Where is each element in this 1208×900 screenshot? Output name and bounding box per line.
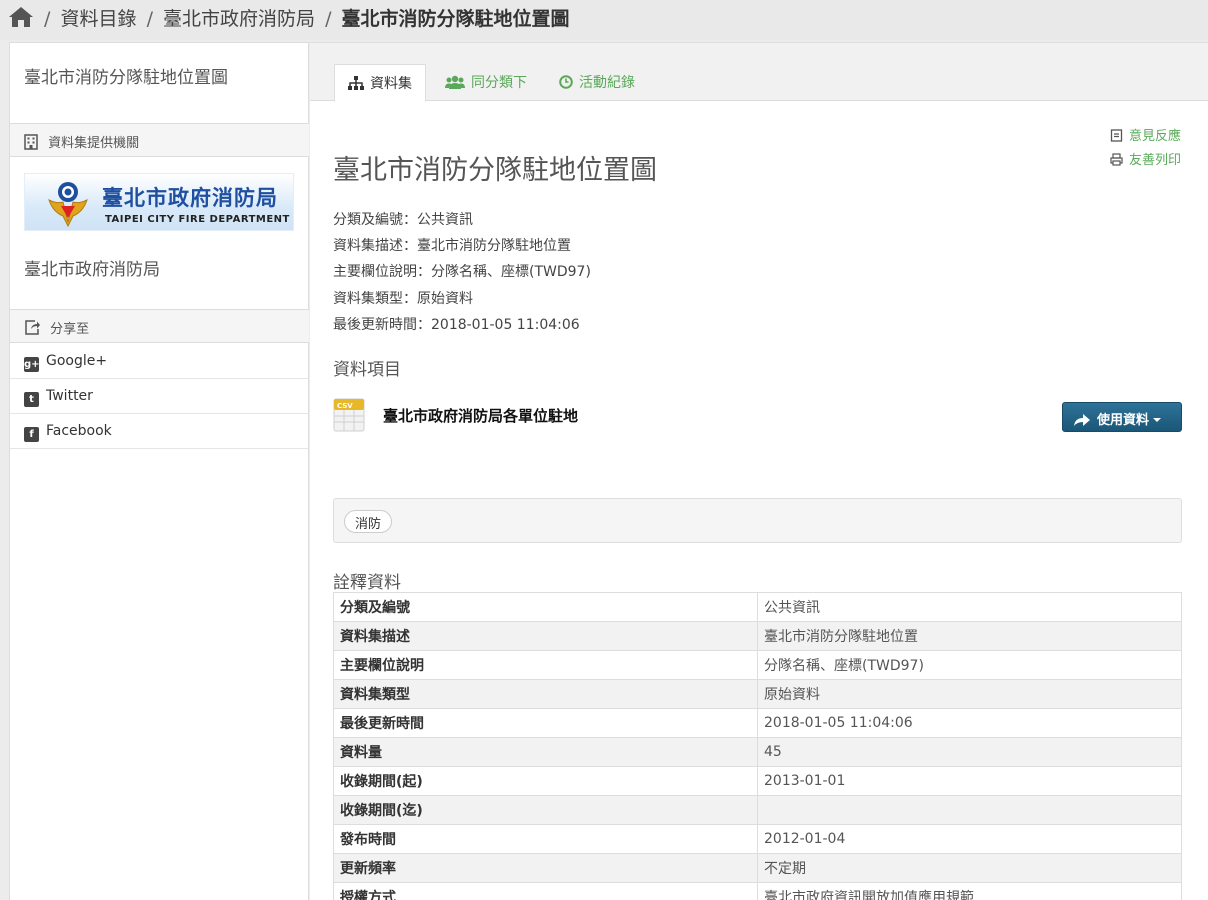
resources-heading: 資料項目 <box>333 360 401 380</box>
table-row: 授權方式 臺北市政府資訊開放加值應用規範 <box>333 882 1182 900</box>
table-row: 資料量 45 <box>333 737 1182 767</box>
meta-dataset-type: 資料集類型：原始資料 <box>333 291 473 307</box>
metadata-key: 最後更新時間 <box>333 708 758 738</box>
share-google-plus[interactable]: g+ Google+ <box>10 344 309 379</box>
logo-text-zh: 臺北市政府消防局 <box>102 185 278 210</box>
google-plus-icon: g+ <box>24 357 40 372</box>
metadata-value: 原始資料 <box>757 679 1182 709</box>
feedback-label: 意見反應 <box>1128 129 1181 144</box>
metadata-key: 收錄期間(起) <box>333 766 758 796</box>
tag[interactable]: 消防 <box>344 510 393 533</box>
share-icon <box>24 320 40 339</box>
metadata-key: 資料量 <box>333 737 758 767</box>
share-heading-label: 分享至 <box>50 322 90 337</box>
twitter-icon: t <box>24 392 39 407</box>
metadata-value: 45 <box>757 737 1182 767</box>
provider-heading: 資料集提供機關 <box>10 123 309 157</box>
use-data-label: 使用資料 <box>1097 413 1150 428</box>
metadata-heading: 詮釋資料 <box>333 573 401 593</box>
logo-text-en: TAIPEI CITY FIRE DEPARTMENT <box>105 214 290 225</box>
use-data-button[interactable]: 使用資料 <box>1062 402 1182 432</box>
metadata-value: 2013-01-01 <box>757 766 1182 796</box>
metadata-value: 臺北市消防分隊駐地位置 <box>757 621 1182 651</box>
breadcrumb: / 資料目錄 / 臺北市政府消防局 / 臺北市消防分隊駐地位置圖 <box>0 0 1208 40</box>
metadata-value: 2018-01-05 11:04:06 <box>757 708 1182 738</box>
metadata-value <box>757 795 1182 825</box>
tab-label: 活動紀錄 <box>579 75 635 91</box>
home-icon[interactable] <box>8 6 34 33</box>
share-twitter[interactable]: t Twitter <box>10 379 309 414</box>
tab-bar: 資料集 同分類下 活動紀錄 <box>310 43 1208 102</box>
svg-text:CSV: CSV <box>337 402 353 410</box>
meta-last-updated: 最後更新時間：2018-01-05 11:04:06 <box>333 317 580 333</box>
tab-label: 同分類下 <box>471 75 527 91</box>
metadata-table: 分類及編號 公共資訊 資料集描述 臺北市消防分隊駐地位置 主要欄位說明 分隊名稱、座標(T… <box>333 592 1182 900</box>
breadcrumb-item-catalog[interactable]: 資料目錄 <box>61 8 137 30</box>
breadcrumb-separator: / <box>146 8 153 30</box>
tab-label: 資料集 <box>370 76 412 92</box>
metadata-key: 收錄期間(迄) <box>333 795 758 825</box>
tags-box: 消防 <box>333 498 1182 543</box>
share-arrow-icon <box>1073 413 1091 431</box>
provider-heading-label: 資料集提供機關 <box>48 136 140 151</box>
meta-description: 資料集描述：臺北市消防分隊駐地位置 <box>333 238 571 254</box>
breadcrumb-separator: / <box>44 8 51 30</box>
print-label: 友善列印 <box>1128 153 1181 168</box>
breadcrumb-current: 臺北市消防分隊駐地位置圖 <box>341 8 570 30</box>
metadata-key: 更新頻率 <box>333 853 758 883</box>
sidebar: 臺北市消防分隊駐地位置圖 資料集提供機關 臺北市政府消防局 TAIPEI CIT… <box>9 42 309 900</box>
table-row: 收錄期間(起) 2013-01-01 <box>333 766 1182 796</box>
tab-same-category[interactable]: 同分類下 <box>432 64 540 101</box>
fire-department-emblem-icon <box>43 178 93 232</box>
dataset-title: 臺北市消防分隊駐地位置圖 <box>333 155 657 186</box>
share-label: Twitter <box>46 388 93 404</box>
csv-file-icon: CSV <box>333 398 365 436</box>
caret-down-icon <box>1153 418 1162 422</box>
breadcrumb-separator: / <box>325 8 332 30</box>
share-facebook[interactable]: f Facebook <box>10 414 309 449</box>
table-row: 更新頻率 不定期 <box>333 853 1182 883</box>
metadata-value: 公共資訊 <box>757 592 1182 622</box>
users-icon <box>445 75 465 93</box>
tab-dataset[interactable]: 資料集 <box>334 64 426 102</box>
facebook-icon: f <box>24 427 39 442</box>
clock-icon <box>559 75 573 93</box>
share-heading: 分享至 <box>10 309 309 343</box>
table-row: 資料集類型 原始資料 <box>333 679 1182 709</box>
metadata-key: 授權方式 <box>333 882 758 900</box>
metadata-value: 分隊名稱、座標(TWD97) <box>757 650 1182 680</box>
print-link[interactable]: 友善列印 <box>1110 149 1181 170</box>
main-panel: 資料集 同分類下 活動紀錄 意見反應 友善列印 臺北市消防分隊駐地位置圖 分類及… <box>310 42 1208 900</box>
resource-name[interactable]: 臺北市政府消防局各單位駐地 <box>383 405 578 426</box>
agency-logo[interactable]: 臺北市政府消防局 TAIPEI CITY FIRE DEPARTMENT <box>24 173 294 231</box>
table-row: 主要欄位說明 分隊名稱、座標(TWD97) <box>333 650 1182 680</box>
breadcrumb-item-agency[interactable]: 臺北市政府消防局 <box>163 8 315 30</box>
tab-activity-log[interactable]: 活動紀錄 <box>546 64 648 101</box>
table-row: 分類及編號 公共資訊 <box>333 592 1182 622</box>
meta-category: 分類及編號：公共資訊 <box>333 212 473 228</box>
metadata-key: 資料集描述 <box>333 621 758 651</box>
table-row: 最後更新時間 2018-01-05 11:04:06 <box>333 708 1182 738</box>
metadata-key: 資料集類型 <box>333 679 758 709</box>
feedback-link[interactable]: 意見反應 <box>1110 125 1181 146</box>
sidebar-dataset-title: 臺北市消防分隊駐地位置圖 <box>24 68 228 88</box>
print-icon <box>1110 153 1123 170</box>
metadata-key: 主要欄位說明 <box>333 650 758 680</box>
table-row: 收錄期間(迄) <box>333 795 1182 825</box>
table-row: 發布時間 2012-01-04 <box>333 824 1182 854</box>
metadata-key: 分類及編號 <box>333 592 758 622</box>
meta-main-fields: 主要欄位說明：分隊名稱、座標(TWD97) <box>333 264 591 280</box>
share-label: Google+ <box>46 353 108 369</box>
metadata-value: 臺北市政府資訊開放加值應用規範 <box>757 882 1182 900</box>
feedback-icon <box>1110 129 1123 146</box>
sitemap-icon <box>348 76 364 94</box>
table-row: 資料集描述 臺北市消防分隊駐地位置 <box>333 621 1182 651</box>
share-label: Facebook <box>46 423 112 439</box>
metadata-value: 不定期 <box>757 853 1182 883</box>
building-icon <box>24 133 38 154</box>
metadata-value: 2012-01-04 <box>757 824 1182 854</box>
provider-name[interactable]: 臺北市政府消防局 <box>24 255 160 280</box>
metadata-key: 發布時間 <box>333 824 758 854</box>
